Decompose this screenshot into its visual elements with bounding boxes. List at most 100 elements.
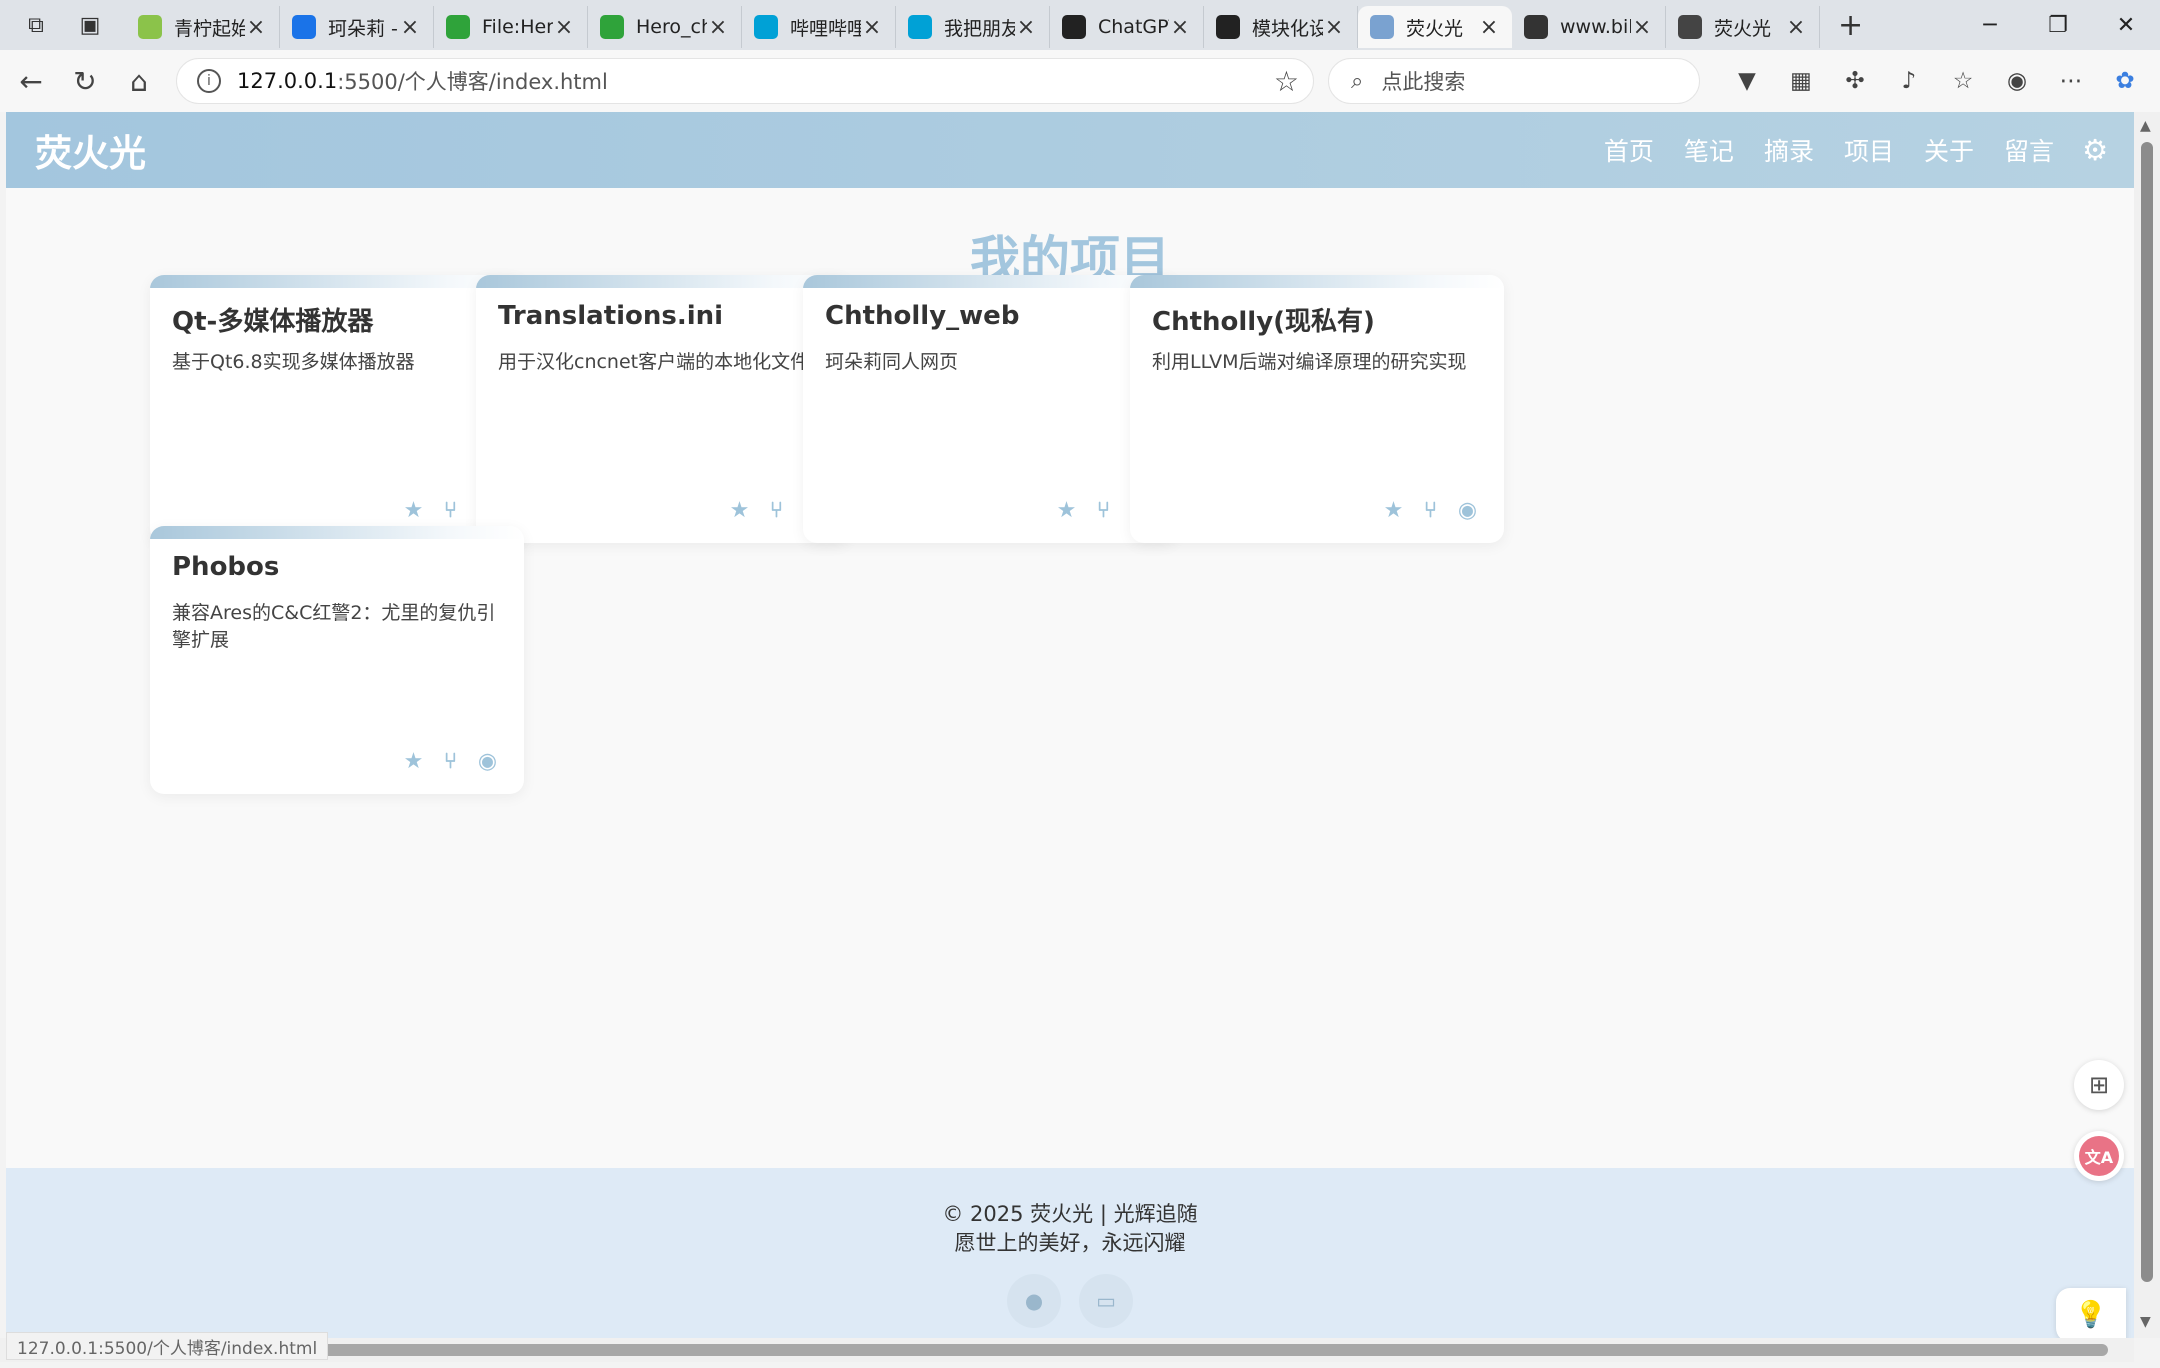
tab-close-icon[interactable]: × [1785, 15, 1807, 40]
project-description: 用于汉化cncnet客户端的本地化文件 [498, 351, 810, 373]
eye-icon[interactable]: ◉ [1449, 498, 1486, 523]
tab-title: 模块化设 [1252, 17, 1323, 40]
tab-close-icon[interactable]: × [553, 15, 575, 40]
close-window-button[interactable]: ✕ [2092, 0, 2160, 50]
browser-tab[interactable]: Hero_ch × [588, 6, 742, 48]
nav-link[interactable]: 关于 [1924, 132, 1974, 168]
search-icon: ⌕ [1351, 68, 1364, 94]
new-tab-button[interactable]: + [1838, 8, 1863, 43]
profile-avatar[interactable]: ◉ [1990, 68, 2044, 94]
project-title[interactable]: Chtholly_web [825, 301, 1019, 331]
search-icon [292, 15, 316, 39]
nav-link[interactable]: 首页 [1604, 132, 1654, 168]
horizontal-scroll-thumb[interactable] [28, 1344, 2108, 1356]
browser-tab[interactable]: 荧火光 × [1358, 6, 1512, 48]
tab-close-icon[interactable]: × [1478, 15, 1500, 40]
project-card[interactable]: Chtholly_web珂朵莉同人网页★⑂◉ [803, 275, 1177, 543]
extensions-icon[interactable]: ✣ [1828, 68, 1882, 94]
project-card[interactable]: Phobos 兼容Ares的C&C红警2：尤里的复仇引擎扩展 ★ ⑂ ◉ [150, 526, 524, 794]
site-footer: © 2025 荧火光 | 光辉追随 愿世上的美好，永远闪耀 ● ▭ [6, 1168, 2134, 1338]
nav-link[interactable]: 项目 [1844, 132, 1894, 168]
extension-v-icon[interactable]: ▼ [1720, 68, 1774, 94]
tab-close-icon[interactable]: × [1323, 15, 1345, 40]
nav-link[interactable]: 摘录 [1764, 132, 1814, 168]
browser-tab[interactable]: 我把朋友 × [896, 6, 1050, 48]
qr-code-icon[interactable]: ▦ [1774, 68, 1828, 94]
browser-tab-bar: ⧉ ▣ 青柠起始×珂朵莉 -×File:Hero×Hero_ch×哔哩哔哩×我把… [0, 0, 2160, 50]
star-icon[interactable]: ★ [395, 498, 432, 523]
translate-widget[interactable]: 文A [2074, 1131, 2124, 1181]
tab-title: 荧火光 [1714, 17, 1772, 40]
fork-icon[interactable]: ⑂ [1085, 498, 1122, 523]
scroll-up-arrow[interactable]: ▲ [2140, 118, 2151, 134]
tab-close-icon[interactable]: × [707, 15, 729, 40]
project-card[interactable]: Translations.ini用于汉化cncnet客户端的本地化文件★⑂◉ [476, 275, 850, 543]
favorite-star-icon[interactable]: ☆ [1274, 65, 1299, 98]
eye-icon[interactable]: ◉ [469, 749, 506, 774]
page-viewport: 荧火光 首页笔记摘录项目关于留言⚙ 我的项目 我正在开发或已完成的项目 Qt-多… [6, 112, 2134, 1338]
copilot-icon[interactable]: ✿ [2098, 68, 2152, 94]
vertical-scroll-thumb[interactable] [2141, 142, 2153, 1282]
tab-strip: 青柠起始×珂朵莉 -×File:Hero×Hero_ch×哔哩哔哩×我把朋友×C… [126, 0, 1820, 50]
restore-button[interactable]: ❐ [2024, 0, 2092, 50]
tab-close-icon[interactable]: × [1631, 15, 1653, 40]
fork-icon[interactable]: ⑂ [1412, 498, 1449, 523]
grid-add-icon[interactable]: ⊞ [2074, 1060, 2124, 1110]
project-title[interactable]: Translations.ini [498, 301, 723, 331]
tab-title: ChatGPT [1098, 16, 1169, 38]
browser-tab[interactable]: File:Hero× [434, 6, 588, 48]
minimize-button[interactable]: ─ [1956, 0, 2024, 50]
star-icon[interactable]: ★ [395, 749, 432, 774]
lime-icon [138, 15, 162, 39]
more-menu-icon[interactable]: ⋯ [2044, 68, 2098, 94]
project-title[interactable]: Chtholly(现私有) [1152, 301, 1375, 338]
tab-title: 青柠起始 [174, 17, 245, 40]
favorites-icon[interactable]: ☆ [1936, 68, 1990, 94]
window-controls: ─ ❐ ✕ [1956, 0, 2160, 50]
scroll-down-arrow[interactable]: ▼ [2140, 1314, 2151, 1330]
vertical-scrollbar[interactable]: ▲ ▼ [2134, 112, 2160, 1338]
search-box[interactable]: ⌕ 点此搜索 [1328, 58, 1700, 104]
project-title[interactable]: Phobos [172, 552, 279, 582]
translate-icon: 文A [2079, 1136, 2119, 1176]
globe-icon [1678, 15, 1702, 39]
assistant-bulb-icon[interactable]: 💡 [2056, 1288, 2126, 1342]
fork-icon[interactable]: ⑂ [432, 498, 469, 523]
address-bar[interactable]: i 127.0.0.1:5500/个人博客/index.html ☆ [176, 58, 1314, 104]
tab-close-icon[interactable]: × [1169, 15, 1191, 40]
browser-tab[interactable]: 模块化设 × [1204, 6, 1358, 48]
github-icon[interactable]: ● [1007, 1274, 1061, 1328]
star-icon[interactable]: ★ [721, 498, 758, 523]
site-info-icon[interactable]: i [197, 69, 221, 93]
browser-tab[interactable]: www.bil × [1512, 6, 1666, 48]
browser-tab[interactable]: 青柠起始 × [126, 6, 280, 48]
browser-tab[interactable]: 珂朵莉 - × [280, 6, 434, 48]
tab-close-icon[interactable]: × [1015, 15, 1037, 40]
settings-gear-icon[interactable]: ⚙ [2082, 133, 2108, 167]
home-button[interactable]: ⌂ [112, 54, 166, 108]
project-card[interactable]: Qt-多媒体播放器基于Qt6.8实现多媒体播放器★⑂◉ [150, 275, 524, 543]
read-aloud-icon[interactable]: ♪ [1882, 68, 1936, 94]
vertical-tabs-icon[interactable]: ▣ [68, 3, 112, 47]
fork-icon[interactable]: ⑂ [432, 749, 469, 774]
back-button[interactable]: ← [4, 54, 58, 108]
tab-close-icon[interactable]: × [245, 15, 267, 40]
project-title[interactable]: Qt-多媒体播放器 [172, 301, 373, 338]
tab-title: 荧火光 [1406, 17, 1464, 40]
site-brand[interactable]: 荧火光 [35, 123, 146, 177]
star-icon[interactable]: ★ [1375, 498, 1412, 523]
tab-close-icon[interactable]: × [861, 15, 883, 40]
workspaces-icon[interactable]: ⧉ [14, 3, 58, 47]
refresh-button[interactable]: ↻ [58, 54, 112, 108]
fork-icon[interactable]: ⑂ [758, 498, 795, 523]
browser-tab[interactable]: 哔哩哔哩 × [742, 6, 896, 48]
browser-tab[interactable]: ChatGPT× [1050, 6, 1204, 48]
project-card[interactable]: Chtholly(现私有) 利用LLVM后端对编译原理的研究实现 ★ ⑂ ◉ [1130, 275, 1504, 543]
nav-link[interactable]: 留言 [2004, 132, 2054, 168]
nav-link[interactable]: 笔记 [1684, 132, 1734, 168]
bilibili-icon[interactable]: ▭ [1079, 1274, 1133, 1328]
browser-tab[interactable]: 荧火光 × [1666, 6, 1820, 48]
tab-close-icon[interactable]: × [399, 15, 421, 40]
tab-title: www.bil [1560, 16, 1631, 38]
star-icon[interactable]: ★ [1048, 498, 1085, 523]
